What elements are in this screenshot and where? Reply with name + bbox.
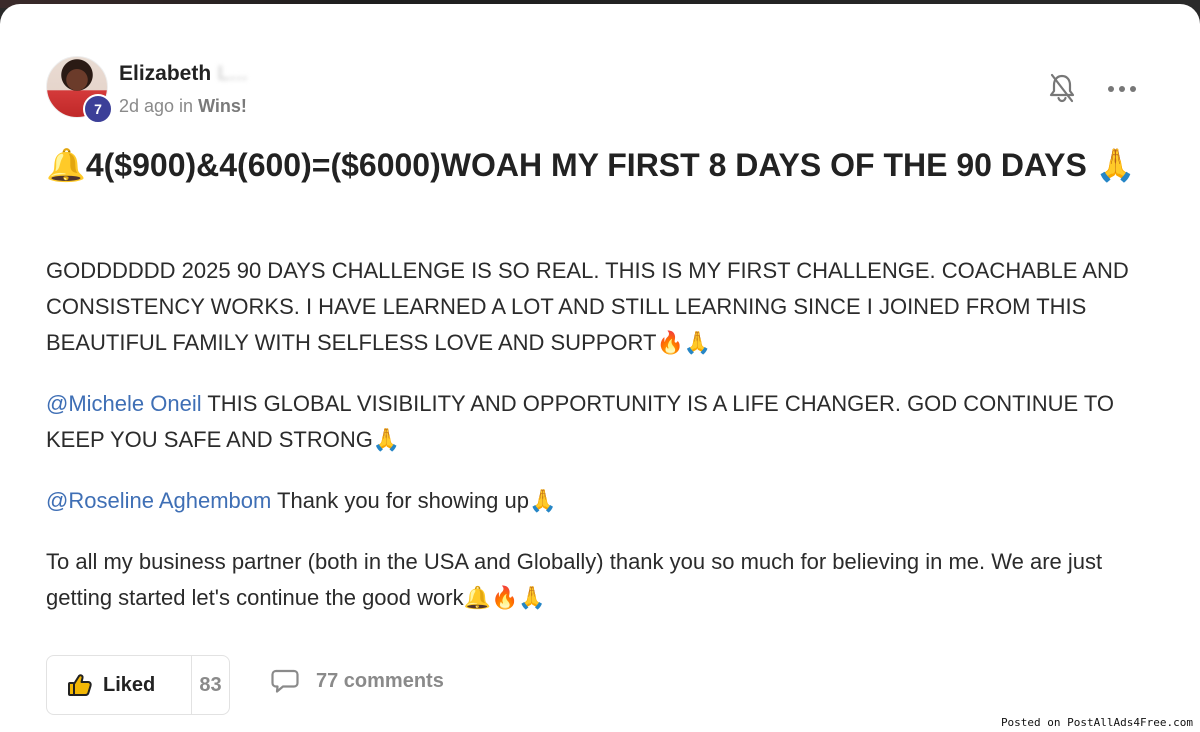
- more-horizontal-icon: [1108, 86, 1136, 92]
- post-category[interactable]: Wins!: [198, 96, 247, 116]
- comment-icon: [271, 669, 299, 693]
- page: 7 Elizabeth L... 2d ago in Wins! 🔔4($900)…: [0, 0, 1200, 732]
- paragraph-2-text: THIS GLOBAL VISIBILITY AND OPPORTUNITY I…: [46, 391, 1115, 452]
- paragraph-3-text: Thank you for showing up🙏: [271, 488, 557, 513]
- author-first-name[interactable]: Elizabeth: [119, 62, 211, 85]
- post-time: 2d ago in: [119, 96, 199, 116]
- mention-michele[interactable]: @Michele Oneil: [46, 391, 202, 416]
- paragraph-3: @Roseline Aghembom Thank you for showing…: [46, 483, 1156, 519]
- mention-roseline[interactable]: @Roseline Aghembom: [46, 488, 271, 513]
- paragraph-2: @Michele Oneil THIS GLOBAL VISIBILITY AN…: [46, 386, 1156, 458]
- post-body: GODDDDDD 2025 90 DAYS CHALLENGE IS SO RE…: [46, 253, 1156, 641]
- author-name[interactable]: Elizabeth L...: [119, 62, 248, 86]
- paragraph-1: GODDDDDD 2025 90 DAYS CHALLENGE IS SO RE…: [46, 258, 1129, 355]
- bell-off-icon: [1049, 73, 1075, 103]
- post-title: 🔔4($900)&4(600)=($6000)WOAH MY FIRST 8 D…: [46, 147, 1136, 183]
- comments-count-label: 77 comments: [316, 669, 444, 692]
- comments-button[interactable]: 77 comments: [270, 668, 444, 694]
- more-options-button[interactable]: [1104, 74, 1140, 104]
- liked-button[interactable]: Liked: [47, 656, 192, 714]
- like-count[interactable]: 83: [192, 656, 229, 714]
- paragraph-4: To all my business partner (both in the …: [46, 549, 1103, 610]
- watermark: Posted on PostAllAds4Free.com: [997, 715, 1196, 730]
- post-card: 7 Elizabeth L... 2d ago in Wins! 🔔4($900)…: [0, 4, 1200, 732]
- level-badge: 7: [83, 94, 113, 124]
- author-name-hidden: L...: [217, 62, 248, 85]
- thumbs-up-icon: [68, 674, 92, 696]
- liked-label: Liked: [103, 673, 156, 696]
- notification-toggle-button[interactable]: [1046, 72, 1078, 104]
- post-meta: 2d ago in Wins!: [119, 96, 247, 117]
- author-avatar-wrap[interactable]: 7: [46, 56, 113, 124]
- like-button-group: Liked 83: [46, 655, 230, 715]
